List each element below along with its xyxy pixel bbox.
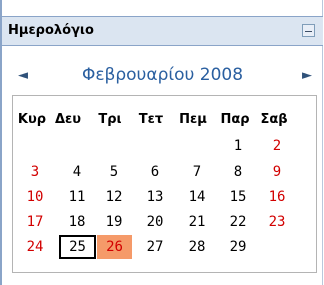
weekday-header-row: Κυρ Δευ Τρι Τετ Πεμ Παρ Σαβ (13, 108, 316, 132)
day-cell: 27 (146, 239, 164, 255)
day-cell: 2 (272, 138, 282, 154)
week-row-1: 1 2 (13, 134, 316, 158)
weekday-tue: Τρι (98, 112, 122, 127)
day-cell: 4 (72, 164, 82, 180)
minimize-icon[interactable] (302, 24, 315, 37)
block-title: Ημερολόγιο (8, 23, 94, 38)
arrow-right-icon[interactable]: ► (302, 68, 312, 83)
day-cell: 24 (26, 239, 44, 255)
day-cell: 20 (146, 214, 164, 230)
calendar-grid: Κυρ Δευ Τρι Τετ Πεμ Παρ Σαβ 1 2 3 4 5 6 … (12, 95, 317, 273)
day-cell: 15 (229, 189, 247, 205)
day-cell: 5 (109, 164, 119, 180)
day-cell: 14 (188, 189, 206, 205)
day-cell: 11 (68, 189, 86, 205)
week-row-3: 10 11 12 13 14 15 16 (13, 185, 316, 209)
block-header: Ημερολόγιο (2, 16, 323, 46)
weekday-thu: Πεμ (179, 112, 207, 127)
day-cell: 29 (229, 239, 247, 255)
day-cell: 18 (68, 214, 86, 230)
day-cell: 10 (26, 189, 44, 205)
day-cell: 23 (268, 214, 286, 230)
minimize-bar (305, 31, 312, 32)
month-navigation: ◄ Φεβρουαρίου 2008 ► (2, 60, 323, 90)
day-cell: 17 (26, 214, 44, 230)
today-cell[interactable]: 25 (59, 235, 96, 259)
day-cell: 16 (268, 189, 286, 205)
day-cell: 1 (233, 138, 243, 154)
day-cell: 21 (188, 214, 206, 230)
day-cell: 19 (105, 214, 123, 230)
day-cell: 3 (30, 164, 40, 180)
week-row-4: 17 18 19 20 21 22 23 (13, 210, 316, 234)
weekday-wed: Τετ (138, 112, 164, 127)
event-day-cell[interactable]: 26 (97, 235, 132, 259)
weekday-mon: Δευ (54, 112, 82, 127)
day-cell: 7 (192, 164, 202, 180)
day-cell: 8 (233, 164, 243, 180)
day-cell: 12 (105, 189, 123, 205)
day-cell: 6 (150, 164, 160, 180)
weekday-fri: Παρ (220, 112, 250, 127)
weekday-sat: Σαβ (260, 112, 288, 127)
week-row-5: 24 25 26 27 28 29 (13, 235, 316, 259)
day-cell: 9 (272, 164, 282, 180)
calendar-block: Ημερολόγιο ◄ Φεβρουαρίου 2008 ► Κυρ Δευ … (0, 0, 323, 285)
week-row-2: 3 4 5 6 7 8 9 (13, 160, 316, 184)
weekday-sun: Κυρ (17, 112, 47, 127)
day-cell: 13 (146, 189, 164, 205)
day-cell: 22 (229, 214, 247, 230)
day-cell: 28 (188, 239, 206, 255)
month-title[interactable]: Φεβρουαρίου 2008 (2, 65, 323, 85)
